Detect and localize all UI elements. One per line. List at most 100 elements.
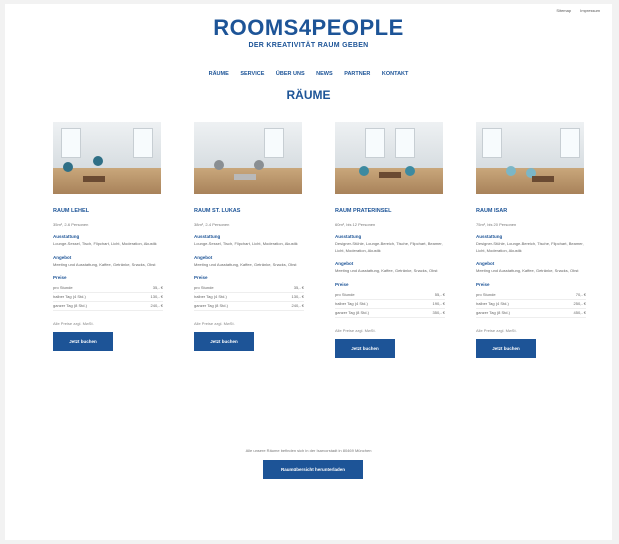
price-label: ganzer Tag (8 Std.) xyxy=(335,309,369,315)
logo-tagline: DER KREATIVITÄT RAUM GEBEN xyxy=(248,42,369,49)
price-value: 70,- € xyxy=(575,291,586,297)
net-note: Alle Preise zzgl. MwSt. xyxy=(194,321,235,326)
price-label: halber Tag (4 Std.) xyxy=(194,294,227,299)
price-row: ganzer Tag (8 Std.) 350,- € xyxy=(335,309,445,318)
price-value: 130,- € xyxy=(291,294,304,299)
price-row: pro Stunde 55,- € xyxy=(335,291,445,300)
section-heading: Preise xyxy=(335,281,349,287)
nav-item-news[interactable]: NEWS xyxy=(316,71,333,77)
room-name: RAUM ST. LUKAS xyxy=(194,208,241,214)
main-nav: RÄUME SERVICE ÜBER UNS NEWS PARTNER KONT… xyxy=(5,71,612,77)
location-note: Alle unsere Räume befinden sich in der I… xyxy=(245,448,372,453)
price-label: pro Stunde xyxy=(194,285,214,290)
logo-wordmark: ROOMS4PEOPLE xyxy=(213,15,404,40)
nav-item-raeume[interactable]: RÄUME xyxy=(209,71,229,77)
price-row: ganzer Tag (8 Std.) 240,- € xyxy=(194,302,304,311)
equipment-text: Designer-Stühle, Lounge-Bereich, Tische,… xyxy=(335,241,443,253)
equipment-text: Lounge-Sessel, Tisch, Flipchart, Licht, … xyxy=(194,241,298,246)
section-heading: Angebot xyxy=(194,254,213,260)
section-heading: Ausstattung xyxy=(476,234,503,239)
price-list: pro Stunde 35,- € halber Tag (4 Std.) 130,… xyxy=(53,284,163,311)
room-name: RAUM ISAR xyxy=(476,208,508,214)
offer-text: Meeting und Ausstattung, Kaffee, Getränk… xyxy=(53,261,156,267)
room-card: RAUM PRATERINSEL 60m², bis 12 Personen A… xyxy=(335,122,445,358)
price-label: halber Tag (4 Std.) xyxy=(335,300,368,306)
price-label: pro Stunde xyxy=(335,291,355,297)
price-label: pro Stunde xyxy=(53,285,73,290)
price-list: pro Stunde 35,- € halber Tag (4 Std.) 130,… xyxy=(194,284,304,311)
price-value: 35,- € xyxy=(293,285,304,290)
price-row: halber Tag (4 Std.) 130,- € xyxy=(53,293,163,302)
net-note: Alle Preise zzgl. MwSt. xyxy=(476,327,517,333)
offer-text: Meeting und Ausstattung, Kaffee, Getränk… xyxy=(476,268,579,273)
nav-item-partner[interactable]: PARTNER xyxy=(344,71,370,77)
price-row: pro Stunde 35,- € xyxy=(53,284,163,293)
price-label: ganzer Tag (8 Std.) xyxy=(476,309,510,315)
price-value: 240,- € xyxy=(150,303,163,308)
section-heading: Preise xyxy=(476,281,490,287)
price-row: halber Tag (4 Std.) 130,- € xyxy=(194,293,304,302)
section-heading: Preise xyxy=(53,275,67,280)
book-button[interactable]: Jetzt buchen xyxy=(194,332,254,351)
room-meta: 35m², 2-6 Personen xyxy=(53,222,89,227)
price-value: 190,- € xyxy=(432,300,445,306)
nav-item-service[interactable]: SERVICE xyxy=(240,71,264,77)
nav-item-ueber-uns[interactable]: ÜBER UNS xyxy=(276,71,305,77)
price-label: pro Stunde xyxy=(476,291,496,297)
room-meta: 60m², bis 12 Personen xyxy=(335,222,376,227)
page-title: RÄUME xyxy=(286,88,331,102)
download-overview-button[interactable]: Raumübersicht herunterladen xyxy=(263,460,363,479)
net-note: Alle Preise zzgl. MwSt. xyxy=(53,321,94,326)
price-row: halber Tag (4 Std.) 250,- € xyxy=(476,300,586,309)
book-button[interactable]: Jetzt buchen xyxy=(335,338,395,358)
section-heading: Angebot xyxy=(53,254,72,260)
offer-text: Meeting und Ausstattung, Kaffee, Getränk… xyxy=(335,268,438,273)
price-row: ganzer Tag (8 Std.) 240,- € xyxy=(53,302,163,311)
top-links: Sitemap Impressum xyxy=(548,8,600,13)
room-meta: 38m², 2-4 Personen xyxy=(194,222,230,227)
room-name: RAUM LEHEL xyxy=(53,208,90,214)
room-card: RAUM ISAR 75m², bis 20 Personen Ausstatt… xyxy=(476,122,586,358)
book-button[interactable]: Jetzt buchen xyxy=(53,332,113,351)
section-heading: Angebot xyxy=(335,261,354,266)
nav-item-kontakt[interactable]: KONTAKT xyxy=(382,71,408,77)
section-heading: Ausstattung xyxy=(53,234,80,239)
room-photo xyxy=(335,122,443,194)
room-photo xyxy=(53,122,161,194)
sitemap-link[interactable]: Sitemap xyxy=(556,8,571,13)
offer-text: Meeting und Ausstattung, Kaffee, Getränk… xyxy=(194,261,297,267)
price-label: ganzer Tag (8 Std.) xyxy=(53,303,87,308)
section-heading: Ausstattung xyxy=(335,234,362,239)
price-value: 35,- € xyxy=(152,285,163,290)
room-card: RAUM LEHEL 35m², 2-6 Personen Ausstattun… xyxy=(53,122,163,351)
section-heading: Preise xyxy=(194,275,208,280)
book-button[interactable]: Jetzt buchen xyxy=(476,338,536,358)
net-note: Alle Preise zzgl. MwSt. xyxy=(335,327,376,333)
price-label: ganzer Tag (8 Std.) xyxy=(194,303,228,308)
section-heading: Angebot xyxy=(476,261,495,266)
price-row: pro Stunde 70,- € xyxy=(476,291,586,300)
price-row: pro Stunde 35,- € xyxy=(194,284,304,293)
room-photo xyxy=(194,122,302,194)
section-heading: Ausstattung xyxy=(194,234,221,239)
room-card: RAUM ST. LUKAS 38m², 2-4 Personen Aussta… xyxy=(194,122,304,351)
price-value: 250,- € xyxy=(573,300,586,306)
price-value: 130,- € xyxy=(150,294,163,299)
price-value: 350,- € xyxy=(432,309,445,315)
price-value: 55,- € xyxy=(434,291,445,297)
price-row: ganzer Tag (8 Std.) 450,- € xyxy=(476,309,586,318)
price-label: halber Tag (4 Std.) xyxy=(476,300,509,306)
room-meta: 75m², bis 20 Personen xyxy=(476,222,517,227)
price-list: pro Stunde 55,- € halber Tag (4 Std.) 190,… xyxy=(335,291,445,318)
price-label: halber Tag (4 Std.) xyxy=(53,294,86,299)
room-name: RAUM PRATERINSEL xyxy=(335,208,392,214)
logo[interactable]: ROOMS4PEOPLE DER KREATIVITÄT RAUM GEBEN xyxy=(5,15,612,50)
price-row: halber Tag (4 Std.) 190,- € xyxy=(335,300,445,309)
price-value: 240,- € xyxy=(291,303,304,308)
page: Sitemap Impressum ROOMS4PEOPLE DER KREAT… xyxy=(5,4,612,540)
price-list: pro Stunde 70,- € halber Tag (4 Std.) 250,… xyxy=(476,291,586,318)
equipment-text: Designer-Stühle, Lounge-Bereich, Tische,… xyxy=(476,241,584,253)
price-value: 450,- € xyxy=(573,309,586,315)
room-photo xyxy=(476,122,584,194)
impressum-link[interactable]: Impressum xyxy=(580,8,600,13)
